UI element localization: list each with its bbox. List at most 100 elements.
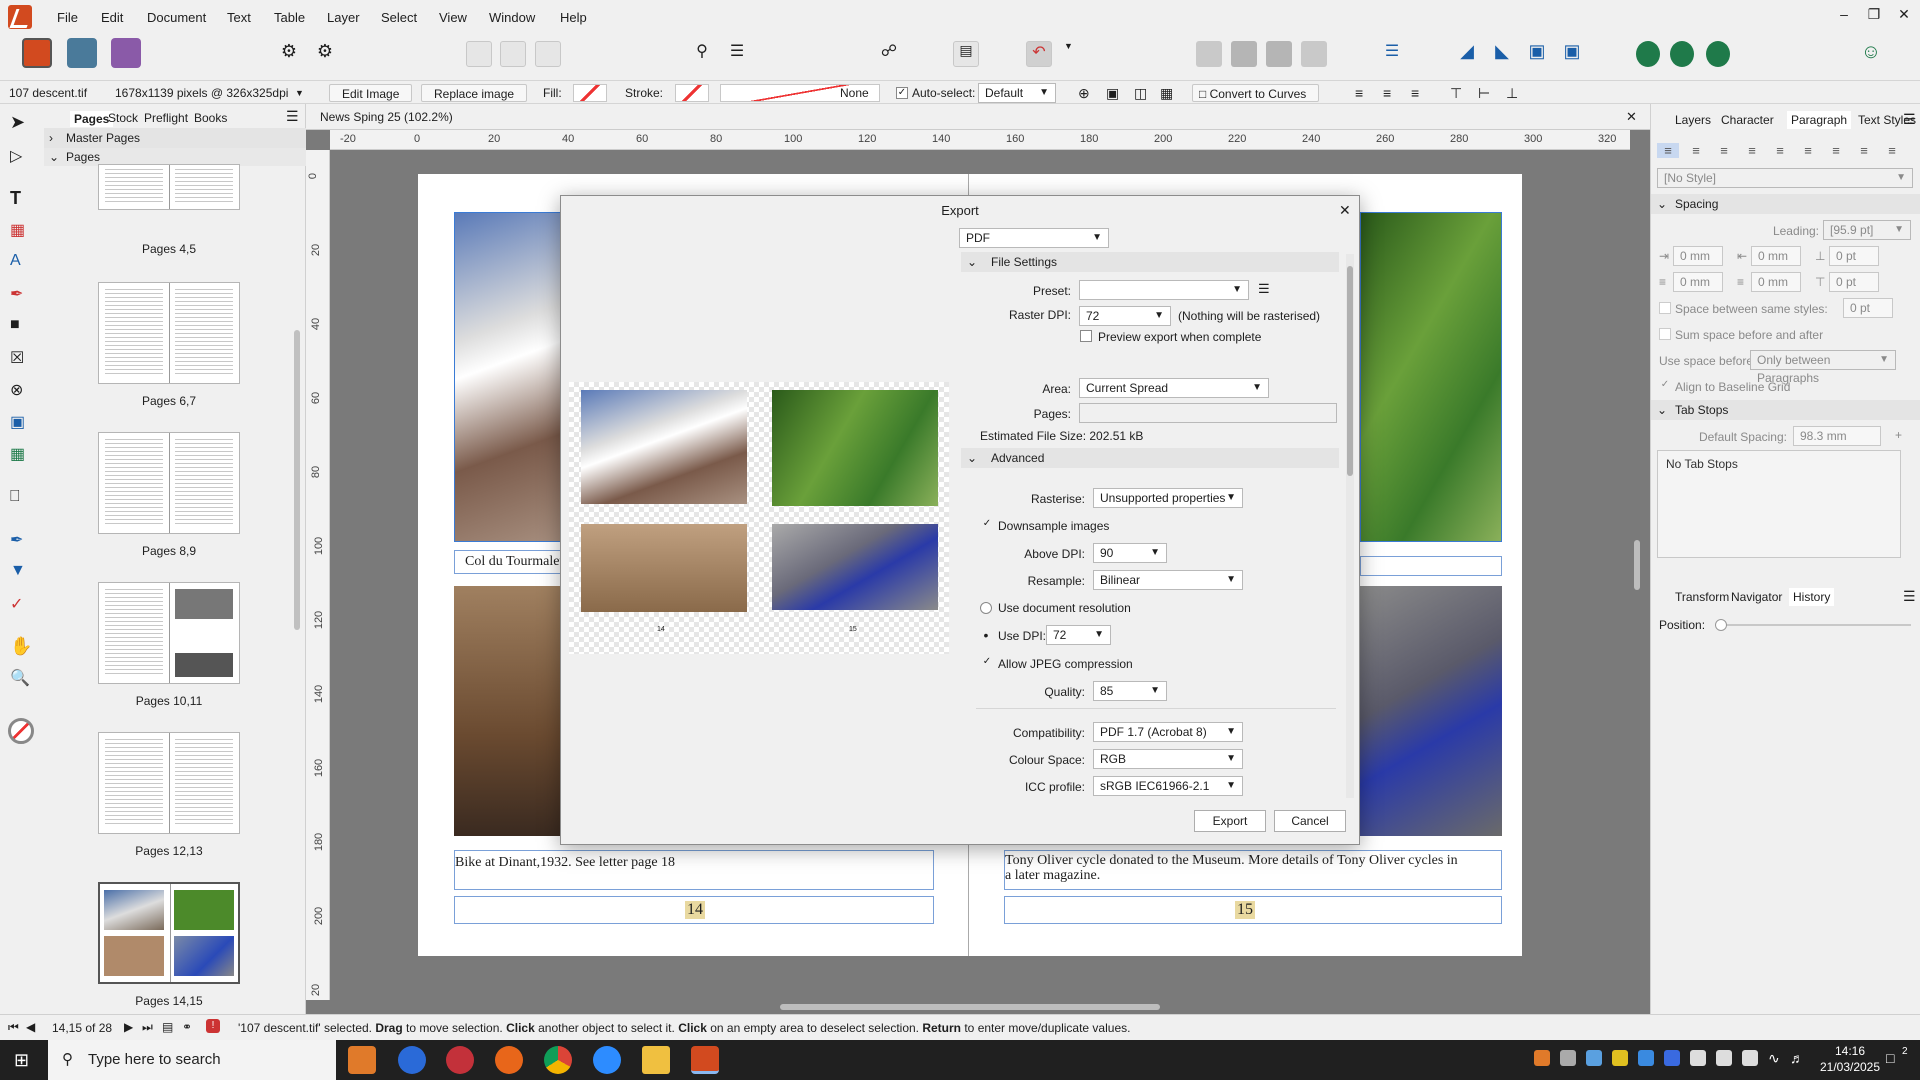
document-icon[interactable]: ▤	[162, 1020, 173, 1034]
icc-profile-dropdown[interactable]: sRGB IEC61966-2.1 ▼	[1093, 776, 1243, 796]
fill-tool-icon[interactable]: ✒	[10, 530, 32, 552]
auto-select-dropdown[interactable]: Default ▼	[978, 83, 1056, 103]
tray-icon[interactable]	[1586, 1050, 1602, 1066]
pages-scrollbar[interactable]	[294, 330, 300, 630]
place-image-icon[interactable]: ▣	[10, 412, 32, 434]
widgets-icon[interactable]	[348, 1046, 376, 1074]
insert-table-icon[interactable]	[1636, 41, 1660, 67]
use-dpi-dropdown[interactable]: 72 ▼	[1046, 625, 1111, 645]
clock-date[interactable]: 21/03/2025	[1812, 1060, 1888, 1074]
tray-icon[interactable]	[1742, 1050, 1758, 1066]
caption-frame-left-top[interactable]: Col du Tourmalet	[454, 550, 574, 574]
text-wrap-icon[interactable]: ☰	[725, 41, 749, 67]
preset-menu-icon[interactable]: ☰	[1258, 281, 1270, 297]
crop-tool-icon[interactable]: ⎕	[10, 488, 32, 510]
preflight-warning-icon[interactable]: !	[206, 1019, 220, 1033]
tray-icon[interactable]	[1612, 1050, 1628, 1066]
caption-frame-right-top[interactable]	[1360, 556, 1502, 576]
grid-icon[interactable]: ▦	[1160, 84, 1173, 102]
edit-image-button[interactable]: Edit Image	[329, 84, 413, 102]
history-slider-handle[interactable]	[1715, 619, 1727, 631]
notification-icon[interactable]: □	[1886, 1050, 1894, 1066]
rectangle-tool-icon[interactable]: ■	[10, 316, 32, 338]
space-between-checkbox[interactable]	[1659, 302, 1671, 314]
align-baseline-checkbox[interactable]: ✓	[1659, 380, 1671, 392]
designer-persona-icon[interactable]	[111, 38, 141, 68]
next-page-icon[interactable]: ▶	[124, 1020, 133, 1034]
panel-menu-icon[interactable]: ☰	[1903, 588, 1916, 605]
arrange-backward-icon[interactable]	[1231, 41, 1257, 67]
left-indent-input[interactable]: 0 mm	[1673, 246, 1723, 266]
thumbnail-pages-4-5[interactable]	[98, 164, 240, 210]
align-center-icon[interactable]: ≡	[1383, 84, 1391, 102]
align-icon[interactable]: ☰	[1380, 41, 1404, 67]
tray-icon[interactable]	[1716, 1050, 1732, 1066]
user-account-icon[interactable]: ☺	[1858, 41, 1884, 67]
canvas-h-scrollbar[interactable]	[780, 1004, 1160, 1010]
app-icon[interactable]	[446, 1046, 474, 1074]
resample-dropdown[interactable]: Bilinear ▼	[1093, 570, 1243, 590]
hand-tool-icon[interactable]: ✋	[10, 636, 32, 658]
view-mode-clip-icon[interactable]	[535, 41, 561, 67]
use-dpi-radio[interactable]: •	[980, 628, 992, 642]
tab-transform[interactable]: Transform	[1675, 590, 1729, 604]
settings-scrollbar-track[interactable]	[1346, 254, 1354, 798]
thumbnail-pages-10-11[interactable]	[98, 582, 240, 684]
menu-window[interactable]: Window	[489, 10, 535, 25]
caption-frame-left-bottom[interactable]: Bike at Dinant,1932. See letter page 18	[454, 850, 934, 890]
node-tool-icon[interactable]: ▷	[10, 146, 32, 168]
last-page-icon[interactable]: ⏭	[142, 1020, 153, 1035]
above-dpi-dropdown[interactable]: 90 ▼	[1093, 543, 1167, 563]
page-number-frame-right[interactable]: 15	[1004, 896, 1502, 924]
compatibility-dropdown[interactable]: PDF 1.7 (Acrobat 8) ▼	[1093, 722, 1243, 742]
menu-layer[interactable]: Layer	[327, 10, 360, 25]
justify-center-icon[interactable]: ≡	[1769, 143, 1791, 158]
export-button[interactable]: Export	[1194, 810, 1266, 832]
first-line-indent-input[interactable]: 0 mm	[1673, 272, 1723, 292]
tab-stock[interactable]: Stock	[108, 111, 138, 125]
menu-file[interactable]: File	[57, 10, 78, 25]
pin-icon[interactable]: ⚲	[690, 41, 714, 67]
insert-image-icon[interactable]	[1670, 41, 1694, 67]
preset-dropdown[interactable]: ▼	[1079, 280, 1249, 300]
format-dropdown[interactable]: PDF ▼	[959, 228, 1109, 248]
preview-export-checkbox[interactable]	[1080, 330, 1092, 342]
windows-start-icon[interactable]: ⊞	[14, 1050, 29, 1071]
align-right-icon[interactable]: ≡	[1713, 143, 1735, 158]
arrange-back-icon[interactable]	[1196, 41, 1222, 67]
settings-gear-icon[interactable]: ⚙	[276, 41, 302, 67]
snapping-icon[interactable]: ▣	[1106, 84, 1119, 102]
downsample-checkbox[interactable]: ✓	[981, 519, 993, 531]
tab-stops-section-header[interactable]: ⌄ Tab Stops	[1651, 400, 1920, 420]
justify-right-icon[interactable]: ≡	[1797, 143, 1819, 158]
history-slider[interactable]	[1715, 619, 1911, 631]
tab-preflight[interactable]: Preflight	[144, 111, 188, 125]
file-explorer-icon[interactable]	[642, 1046, 670, 1074]
thumbnail-pages-8-9[interactable]	[98, 432, 240, 534]
arrange-front-icon[interactable]	[1301, 41, 1327, 67]
wifi-icon[interactable]: ∿	[1768, 1050, 1780, 1067]
tray-icon[interactable]	[1560, 1050, 1576, 1066]
bicycle-image[interactable]	[1360, 586, 1502, 836]
tab-character[interactable]: Character	[1721, 113, 1774, 127]
move-tool-icon[interactable]: ➤	[10, 112, 32, 134]
rotate-right-icon[interactable]: ▣	[1560, 41, 1584, 67]
close-document-icon[interactable]: ✕	[1626, 109, 1637, 125]
panel-menu-icon[interactable]: ☰	[1903, 111, 1916, 128]
flip-vertical-icon[interactable]: ◣	[1490, 41, 1514, 67]
transform-origin-icon[interactable]: ⊕	[1078, 84, 1090, 102]
affinity-publisher-logo-icon[interactable]	[8, 5, 32, 29]
menu-view[interactable]: View	[439, 10, 467, 25]
area-dropdown[interactable]: Current Spread ▼	[1079, 378, 1269, 398]
artistic-text-tool-icon[interactable]: A	[10, 252, 32, 274]
master-pages-header[interactable]: › Master Pages	[44, 128, 306, 148]
close-dialog-icon[interactable]: ✕	[1339, 202, 1351, 219]
zoom-app-icon[interactable]	[593, 1046, 621, 1074]
replace-image-button[interactable]: Replace image	[421, 84, 528, 102]
chevron-down-icon[interactable]: ▼	[1064, 41, 1074, 67]
tray-icon[interactable]	[1638, 1050, 1654, 1066]
menu-document[interactable]: Document	[147, 10, 206, 25]
menu-edit[interactable]: Edit	[101, 10, 123, 25]
tray-icon[interactable]	[1664, 1050, 1680, 1066]
align-away-spine-icon[interactable]: ≡	[1881, 143, 1903, 158]
